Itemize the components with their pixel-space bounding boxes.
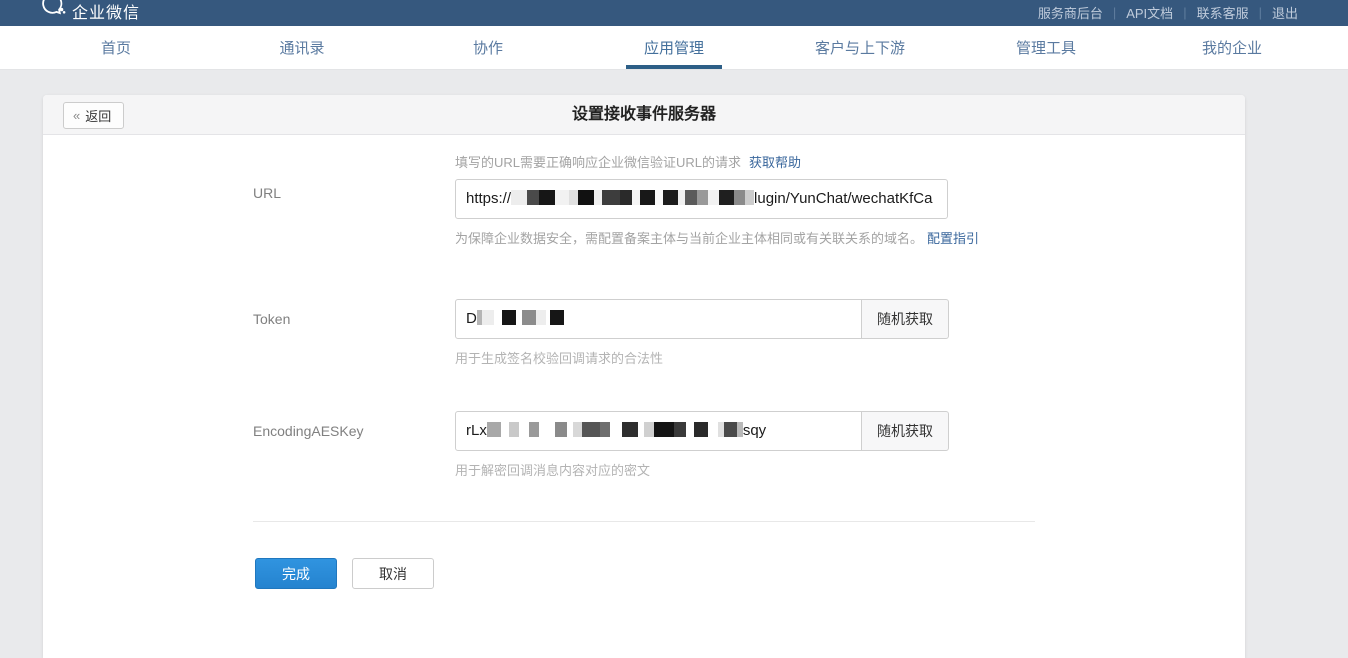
url-top-hint: 填写的URL需要正确响应企业微信验证URL的请求获取帮助 — [455, 152, 979, 171]
topbar-link-provider-console[interactable]: 服务商后台 — [1028, 3, 1113, 22]
nav-item-label: 我的企业 — [1202, 37, 1262, 58]
topbar-link-api-docs[interactable]: API文档 — [1116, 3, 1183, 22]
aeskey-field-label: EncodingAESKey — [253, 411, 455, 479]
nav-item-contacts[interactable]: 通讯录 — [254, 26, 350, 69]
token-field: D 随机获取 用于生成签名校验回调请求的合法性 — [455, 299, 949, 367]
settings-card: 设置接收事件服务器 « 返回 URL 填写的URL需要正确响应企业微信验证URL… — [43, 95, 1245, 658]
nav-item-admin-tools[interactable]: 管理工具 — [998, 26, 1094, 69]
server-settings-form: URL 填写的URL需要正确响应企业微信验证URL的请求获取帮助 https:/… — [43, 135, 1245, 589]
form-divider — [253, 521, 1035, 522]
url-field: 填写的URL需要正确响应企业微信验证URL的请求获取帮助 https:// lug… — [455, 152, 979, 255]
aeskey-random-generate-button[interactable]: 随机获取 — [861, 411, 949, 451]
nav-item-label: 管理工具 — [1016, 37, 1076, 58]
brand[interactable]: 企业微信 — [40, 0, 140, 23]
get-help-link[interactable]: 获取帮助 — [749, 155, 801, 170]
token-value-prefix: D — [466, 310, 477, 327]
page-title: 设置接收事件服务器 — [43, 95, 1245, 135]
token-hint: 用于生成签名校验回调请求的合法性 — [455, 348, 949, 367]
aeskey-field: rLx sqy 随机获取 用于解密回调消息内容对应的密文 — [455, 411, 949, 479]
token-redacted-value — [477, 310, 564, 327]
aeskey-redacted-value — [487, 422, 743, 439]
nav-item-label: 通讯录 — [279, 37, 324, 58]
url-field-label: URL — [253, 152, 455, 255]
chevron-left-icon: « — [73, 108, 80, 123]
back-button-label: 返回 — [85, 106, 111, 125]
nav-item-collaboration[interactable]: 协作 — [440, 26, 536, 69]
config-guide-link[interactable]: 配置指引 — [927, 231, 979, 246]
card-header: 设置接收事件服务器 « 返回 — [43, 95, 1245, 135]
url-value-prefix: https:// — [466, 190, 511, 207]
nav-item-home[interactable]: 首页 — [68, 26, 164, 69]
page-content: 设置接收事件服务器 « 返回 URL 填写的URL需要正确响应企业微信验证URL… — [0, 70, 1348, 658]
aeskey-input[interactable]: rLx sqy — [455, 411, 862, 451]
url-bottom-hint-text: 为保障企业数据安全，需配置备案主体与当前企业主体相同或有关联关系的域名。 — [455, 231, 923, 246]
url-value-suffix: lugin/YunChat/wechatKfCa — [754, 190, 932, 207]
aeskey-hint: 用于解密回调消息内容对应的密文 — [455, 460, 949, 479]
aeskey-value-prefix: rLx — [466, 422, 487, 439]
nav-item-label: 应用管理 — [644, 37, 704, 58]
top-bar: 企业微信 服务商后台 | API文档 | 联系客服 | 退出 — [0, 0, 1348, 26]
url-redacted-value — [511, 190, 754, 207]
nav-item-label: 客户与上下游 — [815, 37, 905, 58]
url-top-hint-text: 填写的URL需要正确响应企业微信验证URL的请求 — [455, 155, 741, 170]
form-actions: 完成 取消 — [43, 558, 1245, 589]
url-input[interactable]: https:// lugin/YunChat/wechatKfCa — [455, 179, 948, 219]
nav-item-label: 首页 — [101, 37, 131, 58]
back-button[interactable]: « 返回 — [63, 102, 124, 129]
form-row-url: URL 填写的URL需要正确响应企业微信验证URL的请求获取帮助 https:/… — [43, 152, 1245, 255]
wework-logo-icon — [40, 1, 66, 22]
token-random-generate-button[interactable]: 随机获取 — [861, 299, 949, 339]
aeskey-value-suffix: sqy — [743, 422, 766, 439]
cancel-button[interactable]: 取消 — [352, 558, 434, 589]
token-field-label: Token — [253, 299, 455, 367]
url-bottom-hint: 为保障企业数据安全，需配置备案主体与当前企业主体相同或有关联关系的域名。配置指引 — [455, 228, 979, 247]
brand-name: 企业微信 — [72, 0, 140, 23]
token-input[interactable]: D — [455, 299, 862, 339]
topbar-link-logout[interactable]: 退出 — [1262, 3, 1308, 22]
nav-item-customers-upstream-downstream[interactable]: 客户与上下游 — [812, 26, 908, 69]
topbar-link-contact-support[interactable]: 联系客服 — [1187, 3, 1259, 22]
nav-item-my-company[interactable]: 我的企业 — [1184, 26, 1280, 69]
form-row-token: Token D 随机获取 用于生成签名校验回调请求的合法性 — [43, 299, 1245, 367]
main-nav: 首页 通讯录 协作 应用管理 客户与上下游 管理工具 我的企业 — [0, 26, 1348, 70]
nav-item-label: 协作 — [473, 37, 503, 58]
submit-button[interactable]: 完成 — [255, 558, 337, 589]
form-row-encoding-aes-key: EncodingAESKey rLx sqy 随机获取 用于解密回调消息内容对应的… — [43, 411, 1245, 479]
nav-item-app-management[interactable]: 应用管理 — [626, 26, 722, 69]
topbar-links: 服务商后台 | API文档 | 联系客服 | 退出 — [1028, 3, 1308, 23]
